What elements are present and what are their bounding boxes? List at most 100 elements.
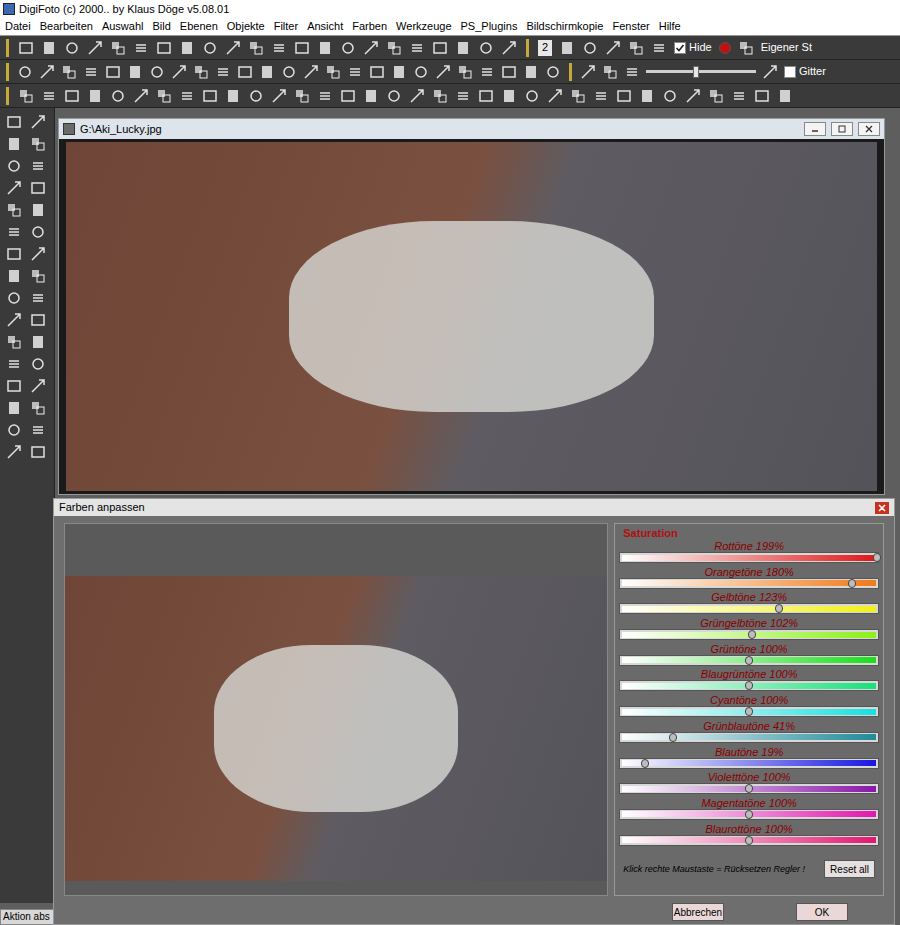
tool-icon[interactable] bbox=[391, 64, 407, 80]
tool-icon[interactable] bbox=[30, 224, 46, 240]
tool-icon[interactable] bbox=[570, 88, 586, 104]
tool-icon[interactable] bbox=[6, 268, 22, 284]
tool-icon[interactable] bbox=[754, 88, 770, 104]
tool-icon[interactable] bbox=[248, 40, 264, 56]
tool-icon[interactable] bbox=[6, 356, 22, 372]
tool-icon[interactable] bbox=[580, 64, 596, 80]
tool-icon[interactable] bbox=[413, 64, 429, 80]
tool-icon[interactable] bbox=[777, 88, 793, 104]
menu-item[interactable]: Hilfe bbox=[659, 21, 681, 32]
tool-icon[interactable] bbox=[731, 88, 747, 104]
tool-icon[interactable] bbox=[762, 64, 778, 80]
tool-icon[interactable] bbox=[202, 88, 218, 104]
tool-icon[interactable] bbox=[30, 268, 46, 284]
tool-icon[interactable] bbox=[18, 40, 34, 56]
tool-icon[interactable] bbox=[651, 40, 667, 56]
tool-icon[interactable] bbox=[294, 40, 310, 56]
menu-item[interactable]: Auswahl bbox=[102, 21, 144, 32]
slider-thumb[interactable] bbox=[745, 707, 753, 716]
tool-icon[interactable] bbox=[202, 40, 218, 56]
tool-icon[interactable] bbox=[30, 400, 46, 416]
tool-icon[interactable] bbox=[6, 290, 22, 306]
tool-icon[interactable] bbox=[133, 40, 149, 56]
tool-icon[interactable] bbox=[6, 422, 22, 438]
tool-icon[interactable] bbox=[225, 88, 241, 104]
tool-icon[interactable] bbox=[248, 88, 264, 104]
tool-icon[interactable] bbox=[478, 88, 494, 104]
tool-icon[interactable] bbox=[6, 202, 22, 218]
close-icon[interactable] bbox=[858, 122, 880, 136]
tool-icon[interactable] bbox=[18, 88, 34, 104]
tool-icon[interactable] bbox=[30, 246, 46, 262]
maximize-icon[interactable] bbox=[831, 122, 853, 136]
tool-icon[interactable] bbox=[317, 88, 333, 104]
tool-icon[interactable] bbox=[149, 64, 165, 80]
tool-icon[interactable] bbox=[363, 88, 379, 104]
tool-icon[interactable] bbox=[6, 136, 22, 152]
tool-icon[interactable] bbox=[6, 224, 22, 240]
tool-icon[interactable] bbox=[409, 40, 425, 56]
slider-thumb[interactable] bbox=[745, 681, 753, 690]
slider-thumb[interactable] bbox=[748, 630, 756, 639]
menu-item[interactable]: Fenster bbox=[612, 21, 649, 32]
tool-icon[interactable] bbox=[30, 378, 46, 394]
tool-icon[interactable] bbox=[30, 202, 46, 218]
tool-icon[interactable] bbox=[545, 64, 561, 80]
tool-icon[interactable] bbox=[193, 64, 209, 80]
toolbar-grip[interactable] bbox=[526, 39, 529, 57]
tool-icon[interactable] bbox=[30, 422, 46, 438]
tool-icon[interactable] bbox=[435, 64, 451, 80]
tool-icon[interactable] bbox=[281, 64, 297, 80]
slider-thumb[interactable] bbox=[775, 604, 783, 613]
tool-icon[interactable] bbox=[708, 88, 724, 104]
tool-icon[interactable] bbox=[662, 88, 678, 104]
tool-icon[interactable] bbox=[294, 88, 310, 104]
tool-icon[interactable] bbox=[30, 290, 46, 306]
menu-item[interactable]: Filter bbox=[274, 21, 298, 32]
close-button[interactable] bbox=[875, 502, 889, 514]
saturation-slider[interactable]: Blaurottöne 100% bbox=[619, 823, 879, 849]
hide-checkbox[interactable] bbox=[674, 42, 686, 54]
toolbar-grip[interactable] bbox=[6, 39, 9, 57]
tool-icon[interactable] bbox=[87, 88, 103, 104]
menu-item[interactable]: Ebenen bbox=[180, 21, 218, 32]
tool-icon[interactable] bbox=[457, 64, 473, 80]
tool-icon[interactable] bbox=[41, 40, 57, 56]
tool-icon[interactable] bbox=[271, 88, 287, 104]
page-button[interactable]: 2 bbox=[538, 40, 552, 56]
tool-icon[interactable] bbox=[30, 334, 46, 350]
tool-icon[interactable] bbox=[478, 40, 494, 56]
tool-icon[interactable] bbox=[237, 64, 253, 80]
tool-icon[interactable] bbox=[17, 64, 33, 80]
slider-thumb[interactable] bbox=[641, 759, 649, 768]
tool-icon[interactable] bbox=[64, 40, 80, 56]
style-label[interactable]: Eigener St bbox=[761, 39, 812, 56]
saturation-slider[interactable]: Rottöne 199% bbox=[619, 540, 879, 566]
saturation-slider[interactable]: Grüntöne 100% bbox=[619, 643, 879, 669]
tool-icon[interactable] bbox=[30, 136, 46, 152]
tool-icon[interactable] bbox=[30, 444, 46, 460]
tool-icon[interactable] bbox=[39, 64, 55, 80]
saturation-slider[interactable]: Orangetöne 180% bbox=[619, 566, 879, 592]
slider-thumb[interactable] bbox=[745, 836, 753, 845]
tool-icon[interactable] bbox=[559, 40, 575, 56]
tool-icon[interactable] bbox=[110, 88, 126, 104]
tool-icon[interactable] bbox=[602, 64, 618, 80]
tool-icon[interactable] bbox=[64, 88, 80, 104]
tool-icon[interactable] bbox=[215, 64, 231, 80]
tool-icon[interactable] bbox=[6, 334, 22, 350]
tool-icon[interactable] bbox=[30, 312, 46, 328]
toolbar-grip[interactable] bbox=[6, 87, 9, 105]
slider-thumb[interactable] bbox=[745, 810, 753, 819]
tool-icon[interactable] bbox=[593, 88, 609, 104]
tool-icon[interactable] bbox=[6, 246, 22, 262]
tool-icon[interactable] bbox=[432, 40, 448, 56]
tool-icon[interactable] bbox=[582, 40, 598, 56]
tool-icon[interactable] bbox=[616, 88, 632, 104]
slider-thumb[interactable] bbox=[669, 733, 677, 742]
reset-button[interactable]: Reset all bbox=[824, 860, 875, 878]
tool-icon[interactable] bbox=[624, 64, 640, 80]
menu-item[interactable]: Bild bbox=[152, 21, 170, 32]
tool-icon[interactable] bbox=[30, 114, 46, 130]
tool-icon[interactable] bbox=[105, 64, 121, 80]
